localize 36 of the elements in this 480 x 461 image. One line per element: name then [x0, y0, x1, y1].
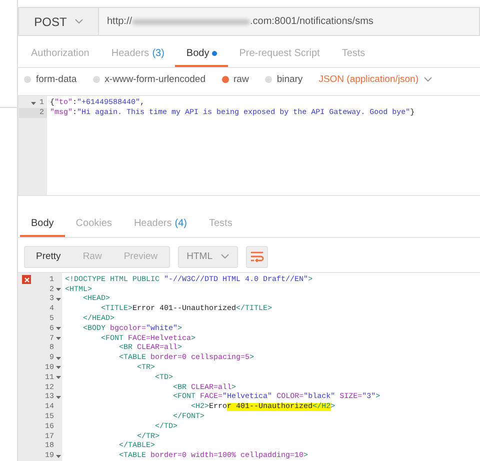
response-tab[interactable]: Body: [20, 212, 65, 237]
fold-arrow-icon[interactable]: [56, 366, 60, 370]
fold-arrow-icon[interactable]: [56, 337, 60, 340]
chevron-down-icon: [424, 77, 432, 82]
request-tab[interactable]: Headers (3): [100, 42, 176, 68]
fold-arrow-icon[interactable]: [56, 298, 60, 301]
content-type-dropdown[interactable]: JSON (application/json): [318, 74, 432, 86]
request-tab[interactable]: Authorization: [20, 42, 100, 68]
radio-label: x-www-form-urlencoded: [104, 74, 206, 86]
radio-button[interactable]: [92, 76, 100, 84]
wrap-lines-button[interactable]: [246, 246, 268, 268]
fold-arrow-icon[interactable]: [56, 356, 60, 360]
response-tab[interactable]: Cookies: [64, 212, 123, 237]
wrap-lines-icon: [250, 251, 264, 262]
request-tab[interactable]: Tests: [330, 42, 376, 68]
fold-arrow-icon[interactable]: [56, 376, 60, 380]
radio-label: form-data: [36, 74, 77, 86]
request-tab[interactable]: Body: [175, 42, 228, 68]
radio-button[interactable]: [24, 76, 31, 84]
view-mode-button[interactable]: Preview: [112, 246, 169, 267]
fold-arrow-icon[interactable]: [56, 454, 60, 458]
view-mode-button[interactable]: Pretty: [25, 246, 72, 267]
radio-button[interactable]: [264, 76, 272, 84]
fold-arrow-icon[interactable]: [56, 288, 60, 292]
fold-arrow-icon[interactable]: [56, 396, 60, 399]
response-tab[interactable]: Headers (4): [122, 212, 198, 237]
radio-label: binary: [276, 74, 303, 86]
fold-arrow-icon[interactable]: [56, 327, 60, 330]
request-tab[interactable]: Pre-request Script: [228, 42, 331, 68]
chevron-down-icon: [220, 254, 228, 260]
radio-label: raw: [234, 74, 249, 86]
response-tab[interactable]: Tests: [198, 212, 244, 237]
view-mode-button[interactable]: Raw: [72, 246, 113, 267]
fold-arrow-icon[interactable]: [30, 102, 36, 105]
format-dropdown[interactable]: HTML: [178, 246, 238, 268]
radio-button[interactable]: [222, 76, 228, 84]
